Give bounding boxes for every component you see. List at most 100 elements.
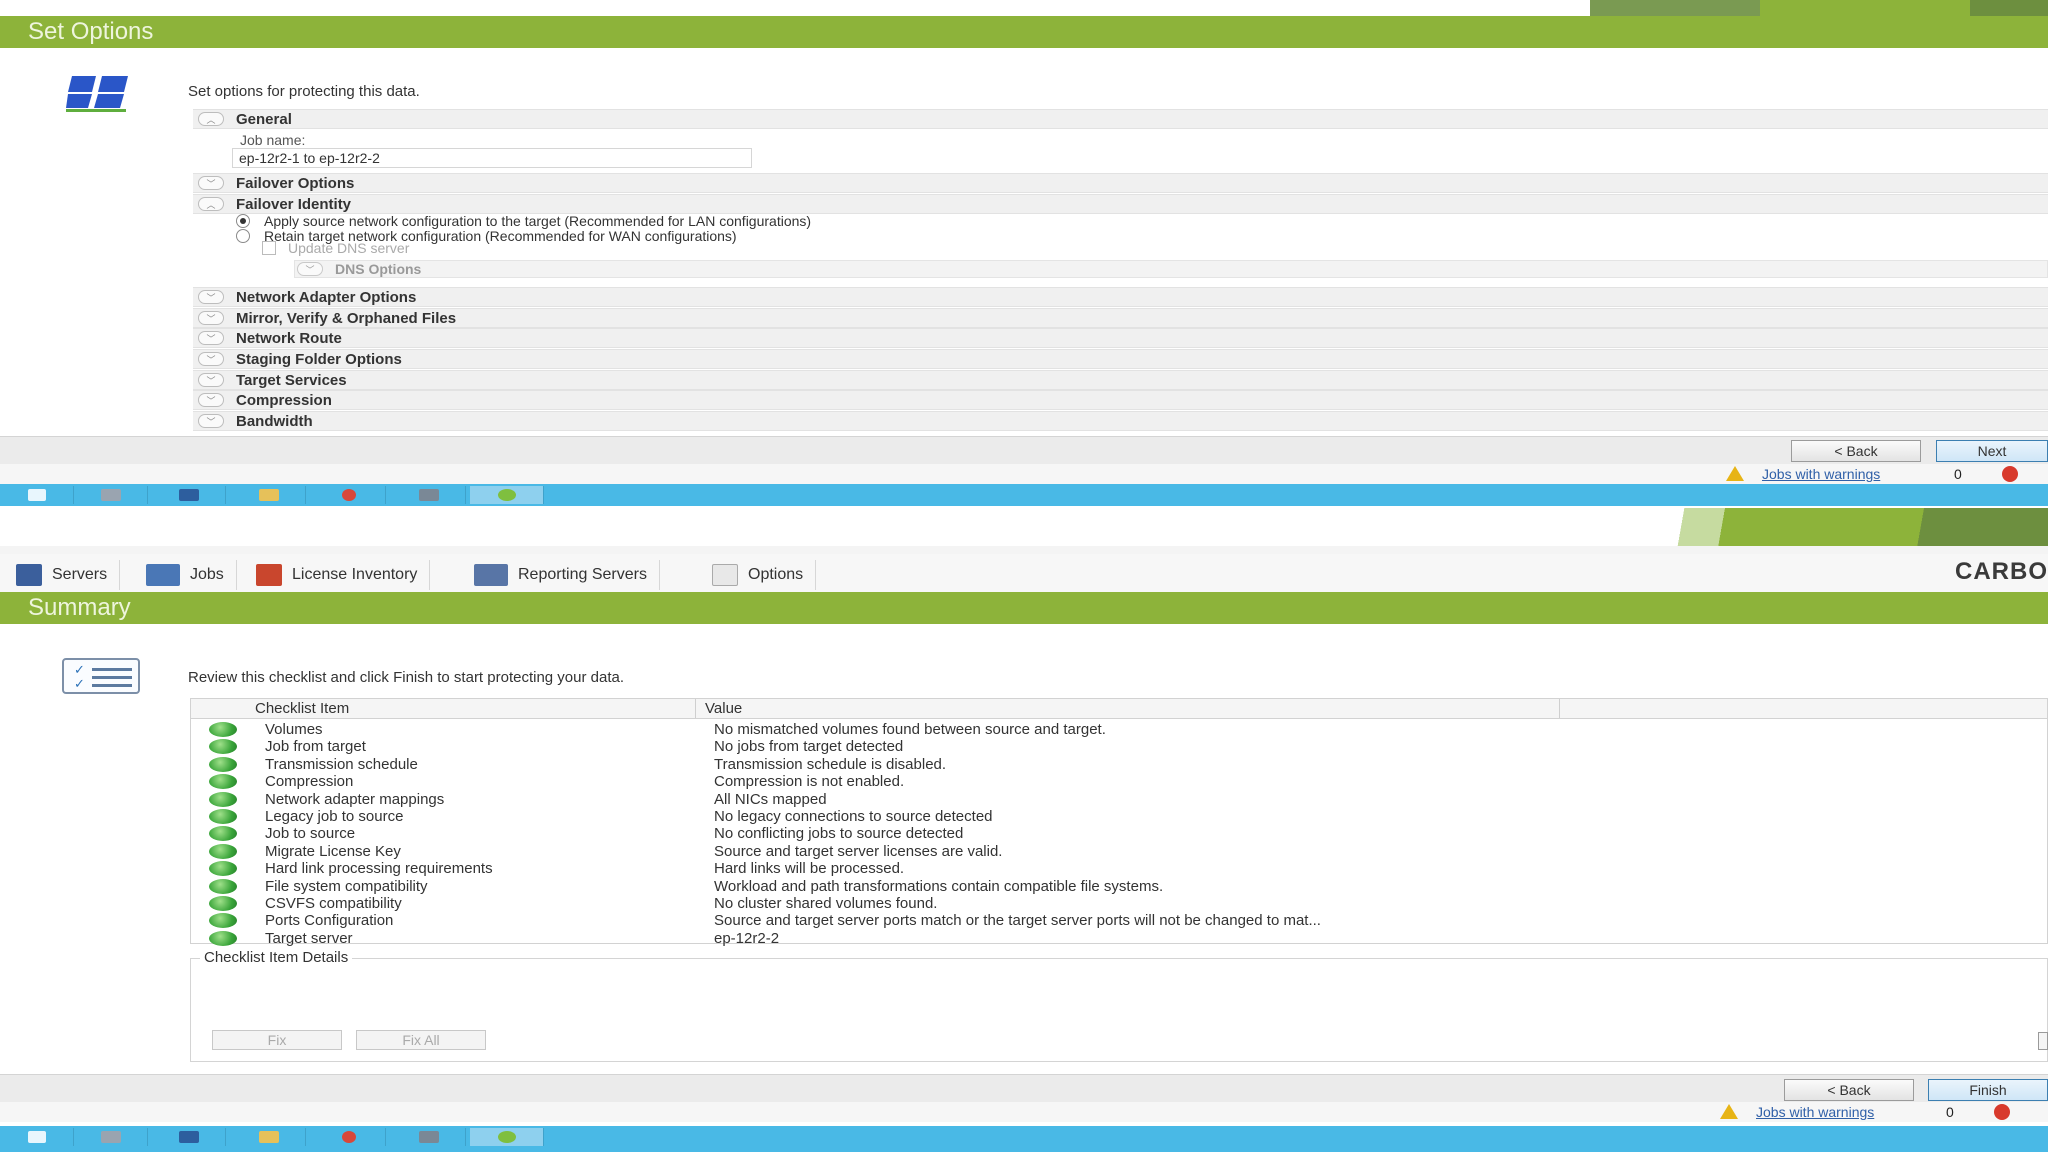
table-row[interactable]: Transmission schedule Transmission sched…: [191, 756, 2047, 773]
table-row[interactable]: CSVFS compatibility No cluster shared vo…: [191, 895, 2047, 912]
taskbar-start-button[interactable]: [0, 1128, 74, 1146]
checklist-item: Transmission schedule: [265, 755, 418, 773]
chevron-down-icon: ﹀: [198, 331, 224, 345]
back-button[interactable]: < Back: [1784, 1079, 1914, 1101]
taskbar-network[interactable]: [392, 486, 466, 504]
summary-intro: Review this checklist and click Finish t…: [188, 669, 625, 686]
checklist-item: Compression: [265, 773, 354, 791]
toolbar-jobs[interactable]: Jobs: [146, 560, 237, 590]
next-button[interactable]: Next: [1936, 440, 2048, 462]
windows-icon: [27, 1131, 46, 1143]
radio-apply-source[interactable]: Apply source network configuration to th…: [236, 213, 811, 229]
taskbar-server-manager[interactable]: [74, 1128, 148, 1146]
checklist-value: All NICs mapped: [714, 790, 827, 808]
table-row[interactable]: Target server ep-12r2-2: [191, 930, 2047, 947]
checklist-value: Hard links will be processed.: [714, 860, 905, 878]
status-ok-icon: [209, 843, 237, 859]
toolbar-options-label: Options: [748, 566, 804, 583]
taskbar-powershell[interactable]: [152, 1128, 226, 1146]
section-failover-identity[interactable]: ︿ Failover Identity: [193, 194, 2048, 214]
reporting-icon: [474, 564, 508, 586]
taskbar-explorer[interactable]: [232, 1128, 306, 1146]
column-header-value[interactable]: Value: [705, 700, 742, 717]
checklist-item: Migrate License Key: [265, 842, 401, 860]
checklist-value: Compression is not enabled.: [714, 773, 905, 791]
table-row[interactable]: Hard link processing requirements Hard l…: [191, 860, 2047, 877]
taskbar-app-active[interactable]: [470, 1128, 544, 1146]
set-options-intro: Set options for protecting this data.: [188, 83, 420, 100]
powershell-icon: [178, 1131, 199, 1143]
section-bandwidth[interactable]: ﹀ Bandwidth: [193, 411, 2048, 431]
set-options-header: Set Options: [0, 16, 2048, 48]
jobs-with-warnings-link[interactable]: Jobs with warnings: [1756, 1104, 1874, 1120]
section-staging-folder[interactable]: ﹀ Staging Folder Options: [193, 349, 2048, 369]
job-name-label: Job name:: [240, 132, 306, 148]
taskbar-powershell[interactable]: [152, 486, 226, 504]
status-ok-icon: [209, 930, 237, 946]
table-row[interactable]: Network adapter mappings All NICs mapped: [191, 791, 2047, 808]
table-row[interactable]: Job to source No conflicting jobs to sou…: [191, 825, 2047, 842]
toolbar-servers-label: Servers: [52, 566, 108, 583]
table-row[interactable]: File system compatibility Workload and p…: [191, 878, 2047, 895]
taskbar-app-active[interactable]: [470, 486, 544, 504]
browser-icon: [341, 489, 356, 501]
section-general[interactable]: ︿ General: [193, 109, 2048, 129]
section-network-route[interactable]: ﹀ Network Route: [193, 328, 2048, 348]
section-network-route-label: Network Route: [236, 329, 342, 347]
table-row[interactable]: Migrate License Key Source and target se…: [191, 843, 2047, 860]
taskbar-chrome[interactable]: [312, 1128, 386, 1146]
checklist-item: Network adapter mappings: [265, 790, 445, 808]
error-icon: [1994, 1104, 2010, 1120]
jobs-with-warnings-link[interactable]: Jobs with warnings: [1762, 466, 1880, 482]
taskbar-server-manager[interactable]: [74, 486, 148, 504]
chevron-down-icon: ﹀: [198, 393, 224, 407]
fix-button[interactable]: Fix: [212, 1030, 342, 1050]
bottom-button-bar: [0, 1074, 2048, 1104]
app-logo-icon: [66, 76, 128, 112]
section-failover-identity-label: Failover Identity: [236, 195, 352, 213]
section-network-adapter-options[interactable]: ﹀ Network Adapter Options: [193, 287, 2048, 307]
checklist-value: ep-12r2-2: [714, 929, 780, 947]
section-mirror-verify[interactable]: ﹀ Mirror, Verify & Orphaned Files: [193, 308, 2048, 328]
toolbar-license-inventory[interactable]: License Inventory: [256, 560, 431, 590]
taskbar-network[interactable]: [392, 1128, 466, 1146]
column-header-item[interactable]: Checklist Item: [255, 700, 349, 717]
finish-button[interactable]: Finish: [1928, 1079, 2048, 1101]
section-failover-options[interactable]: ﹀ Failover Options: [193, 173, 2048, 193]
back-button[interactable]: < Back: [1791, 440, 1921, 462]
section-target-services-label: Target Services: [236, 371, 347, 389]
section-target-services[interactable]: ﹀ Target Services: [193, 370, 2048, 390]
table-row[interactable]: Job from target No jobs from target dete…: [191, 738, 2047, 755]
taskbar-start-button[interactable]: [0, 486, 74, 504]
warning-icon: [1720, 1104, 1738, 1119]
warning-icon: [1726, 466, 1744, 481]
status-ok-icon: [209, 861, 237, 877]
section-bandwidth-label: Bandwidth: [236, 412, 313, 430]
table-row[interactable]: Volumes No mismatched volumes found betw…: [191, 721, 2047, 738]
section-compression[interactable]: ﹀ Compression: [193, 390, 2048, 410]
radio-selected-icon: [236, 214, 250, 228]
taskbar-chrome[interactable]: [312, 486, 386, 504]
toolbar-options[interactable]: Options: [712, 560, 817, 590]
section-dns-options[interactable]: ﹀ DNS Options: [294, 260, 2048, 278]
status-ok-icon: [209, 896, 237, 911]
table-row[interactable]: Ports Configuration Source and target se…: [191, 912, 2047, 929]
details-scroll-handle[interactable]: [2038, 1032, 2048, 1050]
toolbar-servers[interactable]: Servers: [16, 560, 121, 590]
section-staging-folder-label: Staging Folder Options: [236, 350, 402, 368]
update-dns-checkbox[interactable]: Update DNS server: [262, 240, 409, 256]
network-icon: [418, 489, 439, 501]
chevron-down-icon: ﹀: [297, 262, 323, 276]
checkbox-icon: [262, 241, 276, 255]
section-mirror-verify-label: Mirror, Verify & Orphaned Files: [236, 309, 457, 327]
fix-all-button[interactable]: Fix All: [356, 1030, 486, 1050]
taskbar-explorer[interactable]: [232, 486, 306, 504]
toolbar-reporting-servers[interactable]: Reporting Servers: [474, 560, 660, 590]
job-name-input[interactable]: ep-12r2-1 to ep-12r2-2: [232, 148, 752, 168]
status-ok-icon: [209, 878, 237, 894]
chevron-up-icon: ︿: [198, 197, 224, 211]
table-row[interactable]: Compression Compression is not enabled.: [191, 773, 2047, 790]
checklist-item-details-label: Checklist Item Details: [200, 949, 353, 966]
table-row[interactable]: Legacy job to source No legacy connectio…: [191, 808, 2047, 825]
checklist-table-header: Checklist Item Value: [191, 699, 2047, 719]
